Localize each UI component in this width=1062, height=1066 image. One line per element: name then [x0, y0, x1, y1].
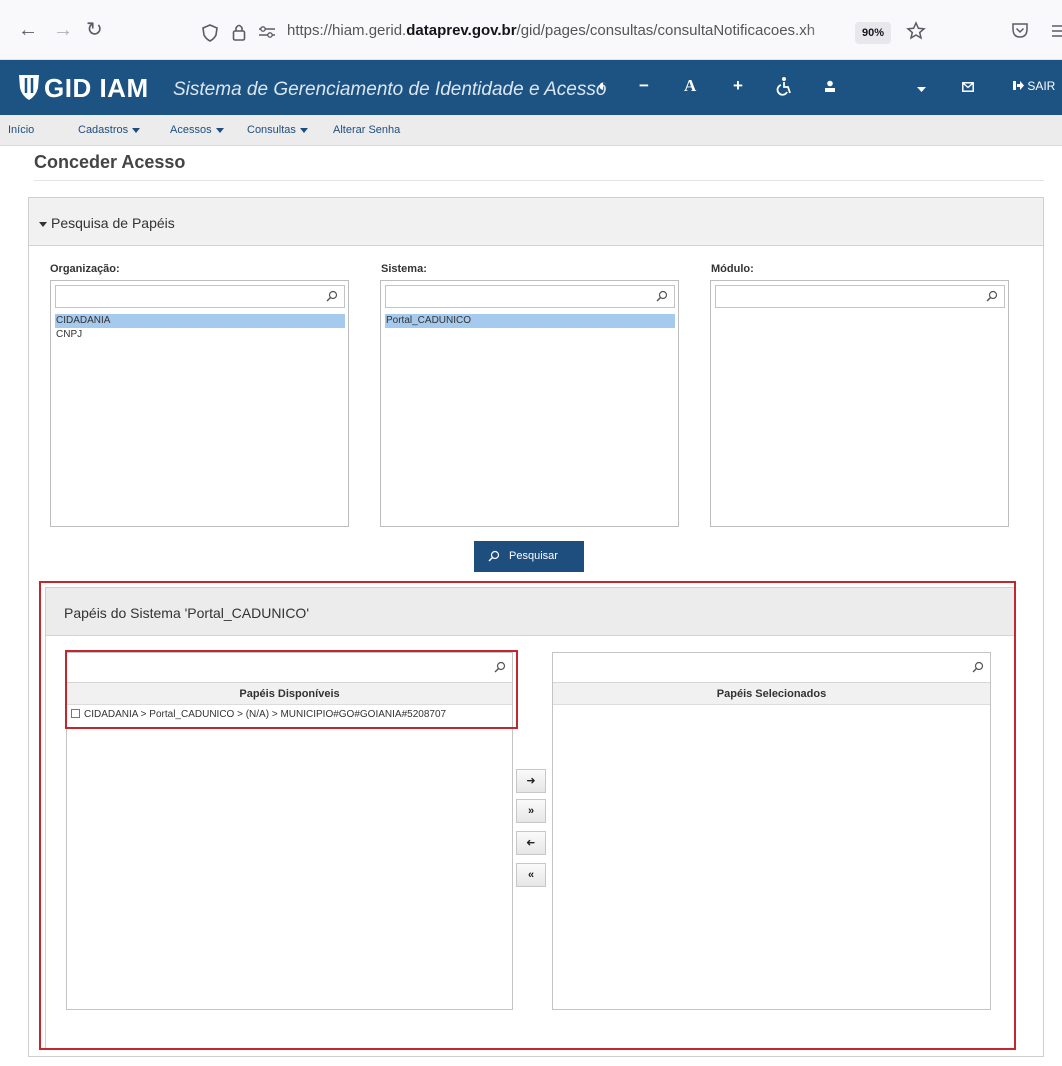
menu-cadastros[interactable]: Cadastros	[78, 124, 141, 136]
app-subtitle: Sistema de Gerenciamento de Identidade e…	[173, 79, 607, 100]
sistema-listbox[interactable]: Portal_CADUNICO	[380, 280, 679, 527]
sistema-filter-input[interactable]	[386, 286, 656, 307]
modulo-filter[interactable]	[715, 285, 1005, 308]
url-domain: dataprev.gov.br	[406, 22, 517, 39]
search-icon	[494, 661, 506, 673]
lock-icon[interactable]	[232, 23, 246, 41]
decrease-font-icon[interactable]: −	[639, 76, 649, 96]
organizacao-option[interactable]: CNPJ	[55, 328, 345, 342]
pocket-icon[interactable]	[1011, 21, 1029, 39]
app-header: GID IAM Sistema de Gerenciamento de Iden…	[0, 60, 1062, 115]
menu-alterar-senha[interactable]: Alterar Senha	[333, 124, 400, 136]
page-title: Conceder Acesso	[34, 152, 186, 172]
url-text[interactable]: https://hiam.gerid.dataprev.gov.br/gid/p…	[287, 22, 835, 39]
user-menu-caret-icon[interactable]	[917, 87, 926, 93]
available-roles-header: Papéis Disponíveis	[67, 683, 512, 705]
pesquisar-button[interactable]: Pesquisar	[474, 541, 584, 572]
url-path: /gid/pages/consultas/consultaNotificacoe…	[516, 22, 816, 39]
available-roles-filter[interactable]	[67, 653, 512, 683]
search-icon	[972, 661, 984, 673]
organizacao-label: Organização:	[50, 263, 120, 275]
move-all-left-button[interactable]: «	[516, 863, 546, 887]
search-panel-title[interactable]: Pesquisa de Papéis	[39, 215, 175, 231]
permissions-icon[interactable]	[258, 26, 276, 38]
double-arrow-right-icon: »	[527, 805, 535, 817]
menu-cadastros-label: Cadastros	[78, 124, 129, 136]
app-logo-text: GID IAM	[44, 73, 149, 103]
available-role-item[interactable]: CIDADANIA > Portal_CADUNICO > (N/A) > MU…	[71, 709, 446, 720]
bookmark-star-icon[interactable]	[906, 21, 926, 41]
title-divider	[34, 180, 1044, 181]
menu-consultas[interactable]: Consultas	[247, 124, 308, 136]
main-menu: Início Cadastros Acessos Consultas Alter…	[0, 115, 1062, 146]
url-fade	[805, 18, 845, 48]
available-roles-list[interactable]: Papéis Disponíveis CIDADANIA > Portal_CA…	[66, 652, 513, 1010]
menu-inicio-label: Início	[8, 124, 35, 136]
chevron-down-icon	[132, 127, 141, 133]
logout-icon	[1013, 81, 1024, 90]
arrow-right-icon: ➜	[526, 775, 536, 787]
scrollbar-track[interactable]	[1054, 146, 1062, 1066]
modulo-listbox[interactable]	[710, 280, 1009, 527]
selected-roles-filter-input[interactable]	[553, 653, 973, 681]
font-size-icon[interactable]: A	[684, 76, 696, 96]
accessibility-icon[interactable]	[776, 76, 792, 96]
reload-icon[interactable]: ↻	[86, 20, 103, 40]
available-role-label: CIDADANIA > Portal_CADUNICO > (N/A) > MU…	[84, 709, 447, 720]
move-left-button[interactable]: ➜	[516, 831, 546, 855]
roles-panel-header: Papéis do Sistema 'Portal_CADUNICO'	[46, 588, 1015, 636]
menu-consultas-label: Consultas	[247, 124, 296, 136]
organizacao-option[interactable]: CIDADANIA	[55, 314, 345, 328]
selected-roles-list[interactable]: Papéis Selecionados	[552, 652, 991, 1010]
organizacao-filter-input[interactable]	[56, 286, 326, 307]
move-right-button[interactable]: ➜	[516, 769, 546, 793]
move-all-right-button[interactable]: »	[516, 799, 546, 823]
logout-label: SAIR	[1027, 79, 1056, 93]
role-checkbox[interactable]	[71, 709, 80, 718]
shield-logo-icon	[19, 75, 39, 100]
sistema-option[interactable]: Portal_CADUNICO	[385, 314, 675, 328]
selected-roles-filter[interactable]	[553, 653, 990, 683]
address-bar[interactable]: https://hiam.gerid.dataprev.gov.br/gid/p…	[190, 18, 935, 48]
modulo-label: Módulo:	[711, 263, 754, 275]
search-icon	[488, 550, 500, 562]
increase-font-icon[interactable]: +	[733, 76, 743, 96]
user-icon[interactable]	[824, 80, 836, 92]
contrast-icon[interactable]: ◐	[598, 76, 608, 96]
modulo-filter-input[interactable]	[716, 286, 986, 307]
tracking-shield-icon[interactable]	[202, 24, 218, 42]
url-prefix: https://hiam.gerid.	[287, 22, 407, 39]
search-icon	[326, 290, 338, 302]
roles-panel-title: Papéis do Sistema 'Portal_CADUNICO'	[64, 605, 309, 621]
search-icon	[986, 290, 998, 302]
zoom-level-badge[interactable]: 90%	[855, 22, 891, 44]
menu-acessos[interactable]: Acessos	[170, 124, 224, 136]
logout-button[interactable]: SAIR	[1013, 79, 1055, 93]
search-icon	[656, 290, 668, 302]
search-panel-title-label: Pesquisa de Papéis	[51, 215, 175, 231]
available-roles-filter-input[interactable]	[67, 653, 487, 681]
menu-inicio[interactable]: Início	[8, 124, 34, 136]
menu-acessos-label: Acessos	[170, 124, 212, 136]
chevron-down-icon	[299, 127, 308, 133]
organizacao-listbox[interactable]: CIDADANIA CNPJ	[50, 280, 349, 527]
back-arrow-icon[interactable]: ←	[18, 20, 38, 40]
menu-alterar-senha-label: Alterar Senha	[333, 124, 401, 136]
browser-toolbar: ← → ↻ https://hiam.gerid.dataprev.gov.br…	[0, 0, 1062, 60]
double-arrow-left-icon: «	[527, 869, 535, 881]
organizacao-filter[interactable]	[55, 285, 345, 308]
selected-roles-header: Papéis Selecionados	[553, 683, 990, 705]
sistema-filter[interactable]	[385, 285, 675, 308]
pesquisar-label: Pesquisar	[509, 550, 558, 562]
envelope-icon[interactable]	[962, 82, 974, 92]
chevron-down-icon	[215, 127, 224, 133]
arrow-left-icon: ➜	[526, 837, 536, 849]
collapse-triangle-icon	[39, 221, 47, 227]
sistema-label: Sistema:	[381, 263, 427, 275]
forward-arrow-icon[interactable]: →	[53, 20, 73, 40]
app-menu-icon[interactable]	[1052, 24, 1062, 38]
search-panel-header[interactable]: Pesquisa de Papéis	[29, 198, 1043, 246]
